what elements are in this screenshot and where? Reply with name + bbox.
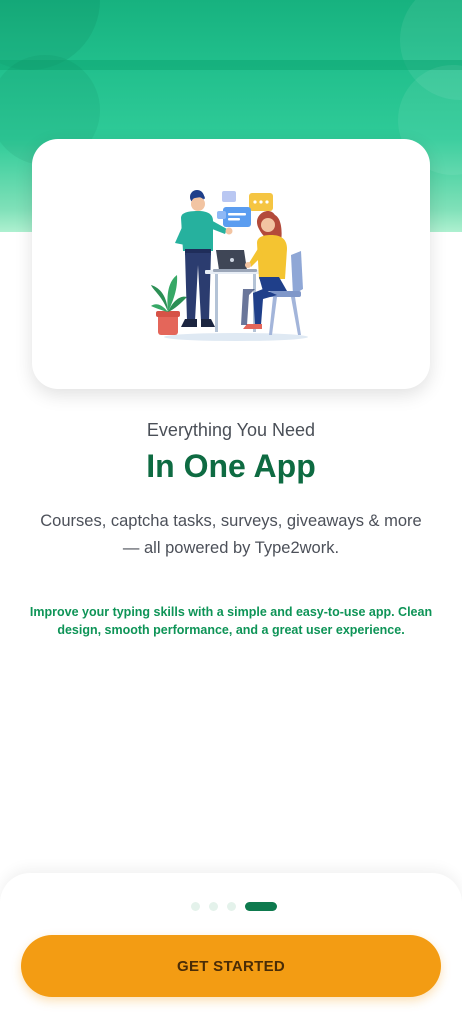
teamwork-illustration [151, 190, 308, 341]
page-dot-3[interactable] [227, 902, 236, 911]
onboarding-note: Improve your typing skills with a simple… [29, 605, 433, 637]
page-dot-4-active[interactable] [245, 902, 277, 911]
page-indicator [191, 902, 277, 911]
onboarding-title: In One App [146, 448, 316, 484]
hero-card [32, 139, 430, 389]
page-dot-2[interactable] [209, 902, 218, 911]
onboarding-description: Courses, captcha tasks, surveys, giveawa… [40, 512, 422, 557]
get-started-button[interactable]: GET STARTED [21, 935, 441, 997]
page-dot-1[interactable] [191, 902, 200, 911]
onboarding-kicker: Everything You Need [146, 420, 316, 440]
